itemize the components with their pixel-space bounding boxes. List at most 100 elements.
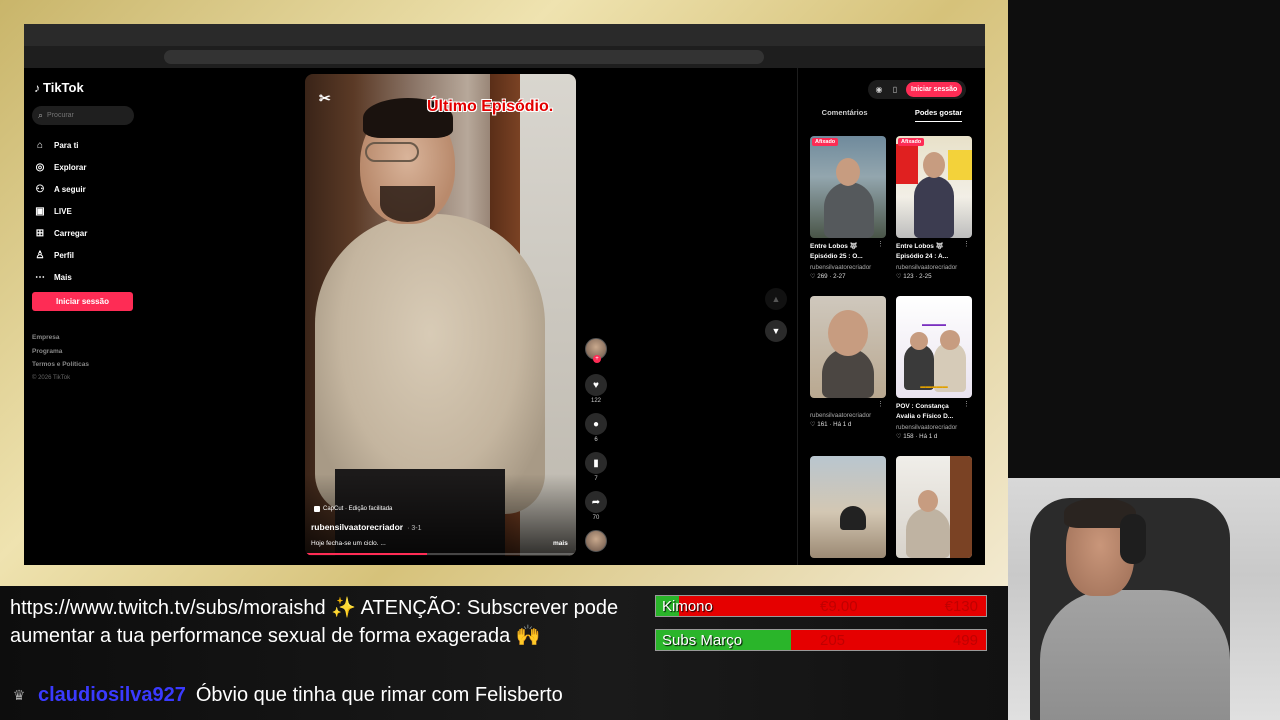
card-title: Entre Lobos 🐺 Episódio 25 : O... — [810, 243, 863, 260]
heart-outline-icon: ♡ — [896, 273, 902, 280]
tab-comentarios[interactable]: Comentários — [822, 108, 868, 122]
card-username[interactable]: rubensilvaatorecriador — [810, 264, 886, 271]
device-icon[interactable]: ▯ — [890, 85, 900, 94]
header-login-button[interactable]: Iniciar sessão — [906, 82, 963, 97]
pinned-badge: Afixado — [812, 138, 839, 146]
save-action[interactable]: ▮ 7 — [583, 452, 609, 482]
sidebar-item-label: Perfil — [54, 250, 75, 260]
chat-message: ♛ claudiosilva927 Óbvio que tinha que ri… — [10, 684, 563, 707]
bookmark-icon[interactable]: ▮ — [585, 452, 607, 474]
video-player[interactable]: ✂ Último Episódio. CapCut · Edição facil… — [305, 74, 576, 556]
thumb-figure-head — [923, 152, 945, 178]
thumb-figure-head — [910, 332, 928, 350]
stream-layout: ♪ TikTok ⌕ ⌂ Para ti ◎ E — [0, 0, 1280, 720]
tab-podes-gostar[interactable]: Podes gostar — [914, 108, 963, 122]
tiktok-logo[interactable]: ♪ TikTok — [34, 80, 84, 95]
address-bar[interactable] — [164, 50, 764, 64]
capcut-logo-icon: ✂ — [319, 90, 331, 106]
card-stats: ♡ 269 · 2-27 — [810, 273, 846, 280]
card-username[interactable]: rubensilvaatorecriador — [896, 424, 972, 431]
card-username[interactable]: rubensilvaatorecriador — [810, 412, 886, 419]
thumb-figure — [914, 176, 954, 238]
goal-label: Kimono — [662, 598, 713, 615]
capcut-icon — [314, 506, 320, 512]
panel-tabs: Comentários Podes gostar — [798, 108, 985, 122]
sidebar-item-carregar[interactable]: ⊞ Carregar — [34, 222, 88, 244]
sidebar: ♪ TikTok ⌕ ⌂ Para ti ◎ E — [24, 68, 144, 565]
sidebar-item-perfil[interactable]: ♙ Perfil — [34, 244, 87, 266]
goal-bar-subs: Subs Março 205 499 — [655, 629, 987, 651]
login-button[interactable]: Iniciar sessão — [32, 292, 133, 311]
suggested-card[interactable]: ⋮ rubensilvaatorecriador ♡ 161 · Há 1 d — [810, 296, 886, 428]
pinned-badge: Afixado — [898, 138, 925, 146]
share-action[interactable]: ➦ 70 — [583, 491, 609, 521]
video-description: Hoje fecha-se um ciclo. ... — [311, 540, 386, 547]
card-thumbnail[interactable]: Afixado — [810, 136, 886, 238]
suggested-card[interactable] — [810, 456, 886, 558]
suggested-card[interactable]: Afixado ⋮ Entre Lobos 🐺 Episódio 24 : A.… — [896, 136, 972, 280]
suggested-card[interactable]: Afixado ⋮ Entre Lobos 🐺 Episódio 25 : O.… — [810, 136, 886, 280]
author-avatar-action[interactable]: + — [583, 338, 609, 363]
sidebar-item-a-seguir[interactable]: ⚇ A seguir — [34, 178, 87, 200]
sidebar-item-para-ti[interactable]: ⌂ Para ti — [34, 134, 87, 156]
heart-icon[interactable]: ♥ — [585, 374, 607, 396]
video-author[interactable]: rubensilvaatorecriador · 3-1 — [311, 522, 422, 532]
goal-target: 499 — [952, 632, 978, 649]
more-options-icon[interactable]: ⋮ — [877, 400, 884, 408]
sidebar-item-explorar[interactable]: ◎ Explorar — [34, 156, 87, 178]
more-options-icon[interactable]: ⋮ — [963, 400, 970, 408]
footer-link-termos[interactable]: Termos e Políticas — [32, 361, 89, 375]
suggested-card[interactable]: ▬▬▬▬ ▬▬▬▬▬ ⋮ POV : Constança Avalia o Fí… — [896, 296, 972, 440]
music-disc-action[interactable] — [583, 530, 609, 552]
comment-action[interactable]: ● 6 — [583, 413, 609, 443]
top-actions: ◉ ▯ Iniciar sessão — [868, 80, 967, 99]
thumb-figure-head — [940, 330, 960, 350]
card-thumbnail[interactable] — [810, 456, 886, 558]
share-icon[interactable]: ➦ — [585, 491, 607, 513]
video-scene-beard — [380, 186, 435, 222]
goal-bar-kimono: Kimono €9.00 €130 — [655, 595, 987, 617]
browser-tab-strip[interactable] — [24, 24, 985, 46]
card-thumbnail[interactable]: Afixado — [896, 136, 972, 238]
live-icon: ▣ — [35, 205, 45, 217]
comment-icon[interactable]: ● — [585, 413, 607, 435]
more-options-icon[interactable]: ⋮ — [963, 240, 970, 248]
video-date: · 3-1 — [407, 525, 422, 532]
footer-link-empresa[interactable]: Empresa — [32, 334, 89, 348]
card-stats: ♡ 158 · Há 1 d — [896, 433, 938, 440]
video-more-button[interactable]: mais — [553, 540, 568, 547]
card-date: Há 1 d — [833, 421, 852, 428]
card-username[interactable]: rubensilvaatorecriador — [896, 264, 972, 271]
coins-icon[interactable]: ◉ — [874, 85, 884, 94]
suggested-card[interactable] — [896, 456, 972, 558]
card-title: POV : Constança Avalia o Físico D... — [896, 403, 954, 420]
card-likes: 123 — [903, 273, 914, 280]
chevron-down-icon[interactable]: ▼ — [765, 320, 787, 342]
author-avatar[interactable]: + — [585, 338, 607, 363]
chat-username[interactable]: claudiosilva927 — [38, 684, 186, 707]
profile-icon: ♙ — [35, 249, 45, 261]
heart-outline-icon: ♡ — [896, 433, 902, 440]
following-icon: ⚇ — [35, 183, 45, 195]
like-action[interactable]: ♥ 122 — [583, 374, 609, 404]
footer-link-programa[interactable]: Programa — [32, 348, 89, 362]
video-progress-bar[interactable] — [305, 553, 576, 555]
thumb-caption-decoration: ▬▬▬▬▬ — [920, 384, 948, 390]
webcam-hoodie — [1040, 590, 1230, 720]
sidebar-item-live[interactable]: ▣ LIVE — [34, 200, 87, 222]
thumb-figure — [906, 508, 950, 558]
capcut-tag[interactable]: CapCut · Edição facilitada — [314, 506, 392, 512]
music-disc-avatar[interactable] — [585, 530, 607, 552]
follow-plus-icon[interactable]: + — [593, 355, 601, 363]
more-options-icon[interactable]: ⋮ — [877, 240, 884, 248]
search-box[interactable]: ⌕ — [32, 106, 134, 125]
chevron-up-icon[interactable]: ▲ — [765, 288, 787, 310]
search-input[interactable] — [47, 112, 128, 119]
card-thumbnail[interactable]: ▬▬▬▬ ▬▬▬▬▬ — [896, 296, 972, 398]
video-username[interactable]: rubensilvaatorecriador — [311, 522, 403, 532]
card-thumbnail[interactable] — [810, 296, 886, 398]
sidebar-item-mais[interactable]: ⋯ Mais — [34, 266, 87, 288]
sidebar-item-label: Para ti — [54, 140, 79, 150]
like-count: 122 — [590, 398, 601, 404]
card-thumbnail[interactable] — [896, 456, 972, 558]
